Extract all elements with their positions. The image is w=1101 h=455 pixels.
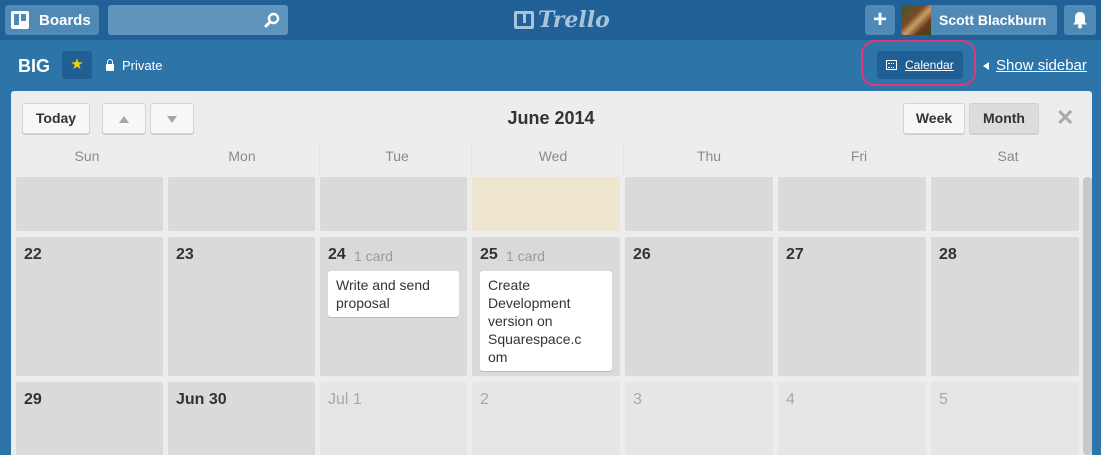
column-divider [319, 143, 320, 175]
day-cell[interactable] [320, 177, 467, 231]
add-button[interactable]: + [865, 5, 895, 35]
day-number: Jun 30 [176, 391, 227, 408]
calendar-button[interactable]: Calendar [877, 51, 963, 79]
day-cell[interactable]: 24 1 card Write and send proposal [320, 237, 467, 376]
weekday-header: Thu [696, 148, 722, 164]
card-count: 1 card [506, 248, 545, 264]
day-number: 29 [24, 391, 42, 408]
calendar-card[interactable]: Create Development version on Squarespac… [480, 271, 612, 371]
calendar-panel: Today June 2014 Week Month ✕ Sun Mon Tue… [11, 91, 1092, 455]
day-number: 2 [480, 391, 489, 408]
user-name: Scott Blackburn [939, 12, 1047, 28]
trello-logo[interactable]: Trello [514, 7, 610, 33]
weekday-header: Wed [538, 148, 568, 164]
boards-icon [11, 11, 29, 29]
day-number: 4 [786, 391, 795, 408]
weekday-header: Sat [997, 148, 1019, 164]
day-cell-next-month[interactable]: 5 [931, 382, 1079, 455]
column-divider [471, 143, 472, 175]
scrollbar[interactable] [1083, 177, 1092, 455]
show-sidebar-label: Show sidebar [996, 57, 1087, 74]
star-button[interactable]: ★ [62, 51, 92, 79]
avatar [901, 5, 931, 35]
day-cell[interactable]: 23 [168, 237, 315, 376]
month-title: June 2014 [507, 108, 595, 128]
day-number: 27 [786, 246, 804, 263]
day-cell-today[interactable] [472, 177, 620, 231]
visibility-button[interactable]: Private [106, 58, 162, 73]
trello-logo-icon [514, 11, 534, 29]
user-menu-button[interactable]: Scott Blackburn [901, 5, 1057, 35]
day-cell[interactable]: Jun 30 [168, 382, 315, 455]
day-cell[interactable]: 26 [625, 237, 773, 376]
boards-label: Boards [39, 11, 91, 29]
day-cell[interactable] [16, 177, 163, 231]
weekday-header: Mon [228, 148, 256, 164]
calendar-icon [886, 60, 897, 70]
day-cell[interactable] [931, 177, 1079, 231]
day-cell[interactable]: 29 [16, 382, 163, 455]
day-cell-next-month[interactable]: 3 [625, 382, 773, 455]
close-icon[interactable]: ✕ [1056, 105, 1074, 131]
caret-left-icon [983, 61, 989, 70]
day-number: 5 [939, 391, 948, 408]
next-button[interactable] [150, 103, 194, 134]
column-divider [623, 143, 624, 175]
weekday-header: Tue [385, 148, 409, 164]
day-cell[interactable]: 22 [16, 237, 163, 376]
weekday-header: Fri [850, 148, 868, 164]
weekday-header: Sun [74, 148, 100, 164]
day-cell-next-month[interactable]: 2 [472, 382, 620, 455]
logo-text: Trello [538, 7, 610, 33]
top-header: Boards Trello + Scott Blackburn [0, 0, 1101, 40]
month-view-button[interactable]: Month [969, 103, 1039, 134]
previous-button[interactable] [102, 103, 146, 134]
week-view-button[interactable]: Week [903, 103, 965, 134]
bell-icon [1073, 12, 1087, 29]
day-number: 26 [633, 246, 651, 263]
search-icon [264, 12, 280, 28]
boards-button[interactable]: Boards [5, 5, 99, 35]
notifications-button[interactable] [1064, 5, 1096, 35]
day-number: 3 [633, 391, 642, 408]
search-input[interactable] [108, 5, 288, 35]
show-sidebar-link[interactable]: Show sidebar [983, 57, 1087, 74]
calendar-label: Calendar [905, 58, 954, 72]
arrow-down-icon [167, 115, 177, 123]
day-cell[interactable]: 28 [931, 237, 1079, 376]
day-cell[interactable] [625, 177, 773, 231]
day-cell[interactable] [778, 177, 926, 231]
day-cell-next-month[interactable]: Jul 1 [320, 382, 467, 455]
day-number: 23 [176, 246, 194, 263]
day-number: Jul 1 [328, 391, 362, 408]
today-button[interactable]: Today [22, 103, 90, 134]
day-number: 22 [24, 246, 42, 263]
day-number: 28 [939, 246, 957, 263]
star-icon: ★ [70, 56, 84, 73]
board-title[interactable]: BIG [18, 56, 50, 77]
visibility-label: Private [122, 58, 163, 73]
day-cell[interactable] [168, 177, 315, 231]
day-number: 24 [328, 246, 346, 263]
day-cell-next-month[interactable]: 4 [778, 382, 926, 455]
day-number: 25 [480, 246, 498, 263]
day-cell[interactable]: 25 1 card Create Development version on … [472, 237, 620, 376]
card-count: 1 card [354, 248, 393, 264]
calendar-card[interactable]: Write and send proposal [328, 271, 459, 317]
lock-icon [106, 58, 114, 71]
arrow-up-icon [119, 115, 129, 123]
day-cell[interactable]: 27 [778, 237, 926, 376]
